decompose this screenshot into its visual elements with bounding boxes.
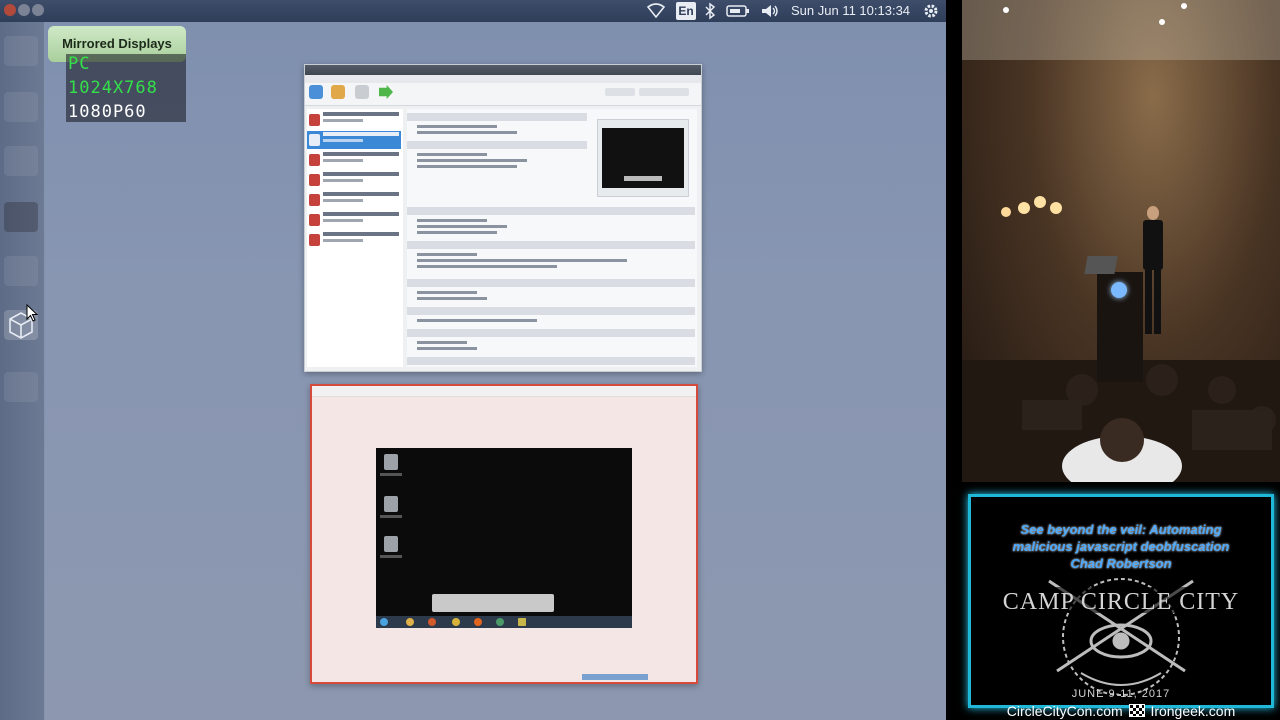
section-storage[interactable] (407, 241, 695, 249)
list-item[interactable] (307, 151, 401, 169)
footer-site1: CircleCityCon.com (1006, 703, 1123, 719)
mouse-cursor-icon (26, 303, 39, 326)
list-item[interactable] (307, 171, 401, 189)
menubar[interactable] (305, 75, 701, 83)
guest-menubar[interactable] (312, 386, 696, 397)
osd-source: PC (68, 54, 91, 74)
media-icon[interactable] (428, 618, 436, 626)
wifi-icon[interactable] (646, 2, 666, 20)
app-icon[interactable] (496, 618, 504, 626)
start-icon[interactable] (380, 618, 388, 626)
window-minimize-icon[interactable] (18, 4, 30, 16)
speaker-figure (1141, 206, 1163, 356)
vm-os-icon (309, 154, 320, 166)
section-shared-folders[interactable] (407, 357, 695, 365)
window-maximize-icon[interactable] (32, 4, 44, 16)
list-item[interactable] (307, 211, 401, 229)
clock[interactable]: Sun Jun 11 10:13:34 (791, 2, 910, 20)
section-display[interactable] (407, 207, 695, 215)
guest-taskbar (376, 616, 632, 628)
list-item[interactable] (307, 231, 401, 249)
talk-title-line2: malicious javascript deobfuscation (1012, 539, 1230, 554)
discard-vm-icon[interactable] (355, 85, 369, 99)
desktop-shortcut-icon[interactable] (384, 536, 398, 552)
section-general[interactable] (407, 113, 587, 121)
stage-scene (962, 0, 1280, 482)
settings-app-icon[interactable] (4, 146, 38, 176)
vm-os-icon (309, 214, 320, 226)
presenter-screen: En Sun Jun 11 10:13:34 Mirrored Displays (0, 0, 946, 720)
vm-preview (597, 119, 689, 197)
podium-logo (1111, 282, 1127, 298)
talk-title: See beyond the veil: Automating maliciou… (971, 521, 1271, 572)
vm-os-icon (309, 174, 320, 186)
footer-banner: CircleCityCon.com Irongeek.com (962, 702, 1280, 720)
gear-icon[interactable] (922, 2, 940, 20)
osd-input-resolution: 1024X768 (68, 78, 158, 98)
list-item[interactable] (307, 111, 401, 129)
checkered-flag-icon (1128, 704, 1145, 717)
footer-site2: Irongeek.com (1150, 703, 1236, 719)
osd-output-mode: 1080P60 (68, 102, 147, 122)
logo-text: CAMP CIRCLE CITY (1003, 589, 1239, 615)
launcher-bar (0, 22, 45, 720)
chrome-icon[interactable] (452, 618, 460, 626)
list-item[interactable] (307, 131, 401, 149)
section-network[interactable] (407, 307, 695, 315)
input-indicator[interactable]: En (676, 2, 696, 20)
logo-date: JUNE 9-11, 2017 (1072, 688, 1171, 700)
app-icon[interactable] (4, 256, 38, 286)
talk-title-card: See beyond the veil: Automating maliciou… (968, 494, 1274, 708)
vm-guest-window[interactable] (310, 384, 698, 684)
firefox-icon[interactable] (474, 618, 482, 626)
section-usb[interactable] (407, 329, 695, 337)
explorer-icon[interactable] (406, 618, 414, 626)
window-titlebar[interactable] (305, 65, 701, 75)
settings-vm-icon[interactable] (331, 85, 345, 99)
section-audio[interactable] (407, 279, 695, 287)
conference-camera-feed (962, 0, 1280, 482)
guest-status-bar (582, 674, 692, 680)
vm-os-icon (309, 134, 320, 146)
start-vm-icon[interactable] (379, 85, 393, 99)
list-item[interactable] (307, 191, 401, 209)
window-close-icon[interactable] (4, 4, 16, 16)
guest-desktop[interactable] (376, 448, 632, 628)
volume-icon[interactable] (760, 2, 780, 20)
terminal-icon[interactable] (4, 202, 38, 232)
dash-icon[interactable] (4, 36, 38, 66)
vm-os-icon (309, 194, 320, 206)
podium (1097, 272, 1143, 382)
workspace-icon[interactable] (4, 372, 38, 402)
battery-icon[interactable] (726, 2, 750, 20)
camp-circle-city-logo: CAMP CIRCLE CITY JUNE 9-11, 2017 (971, 567, 1271, 703)
bluetooth-icon[interactable] (704, 2, 716, 20)
details-toggle-button[interactable] (605, 88, 635, 96)
section-system[interactable] (407, 141, 587, 149)
recycle-bin-icon[interactable] (384, 454, 398, 470)
display-osd: Mirrored Displays PC 1024X768 1080P60 (48, 26, 186, 122)
talk-title-line1: See beyond the veil: Automating (1020, 522, 1222, 537)
preview-screen (602, 128, 684, 188)
snapshots-toggle-button[interactable] (639, 88, 689, 96)
vm-os-icon (309, 234, 320, 246)
app-icon[interactable] (518, 618, 526, 626)
toolbar (305, 83, 701, 106)
vm-os-icon (309, 114, 320, 126)
notification-popup[interactable] (432, 594, 554, 612)
top-panel: En Sun Jun 11 10:13:34 (0, 0, 946, 22)
desktop-shortcut-icon[interactable] (384, 496, 398, 512)
new-vm-icon[interactable] (309, 85, 323, 99)
laptop (1084, 256, 1118, 274)
virtualbox-manager-window[interactable] (304, 64, 702, 372)
vm-list (307, 109, 403, 367)
files-icon[interactable] (4, 92, 38, 122)
